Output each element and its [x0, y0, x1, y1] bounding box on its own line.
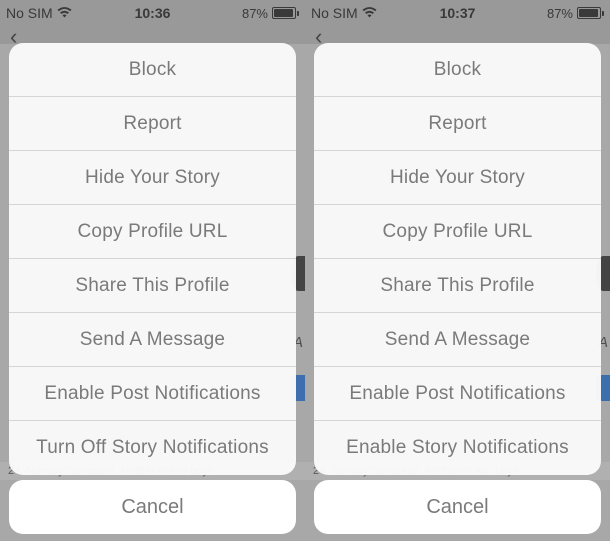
action-enable-story-notifications[interactable]: Enable Story Notifications	[314, 421, 601, 475]
action-sheet: Block Report Hide Your Story Copy Profil…	[9, 43, 296, 475]
action-send-message[interactable]: Send A Message	[9, 313, 296, 367]
phone-left: No SIM 10:36 87% ‹ A 24. Norway/Sørlande…	[0, 0, 305, 541]
action-send-message[interactable]: Send A Message	[314, 313, 601, 367]
action-hide-story[interactable]: Hide Your Story	[9, 151, 296, 205]
action-sheet-container: Block Report Hide Your Story Copy Profil…	[9, 43, 296, 475]
action-report[interactable]: Report	[9, 97, 296, 151]
action-sheet: Block Report Hide Your Story Copy Profil…	[314, 43, 601, 475]
action-share-profile[interactable]: Share This Profile	[314, 259, 601, 313]
action-block[interactable]: Block	[9, 43, 296, 97]
action-enable-post-notifications[interactable]: Enable Post Notifications	[9, 367, 296, 421]
action-hide-story[interactable]: Hide Your Story	[314, 151, 601, 205]
cancel-button[interactable]: Cancel	[9, 480, 296, 534]
action-sheet-container: Block Report Hide Your Story Copy Profil…	[314, 43, 601, 475]
phone-right: No SIM 10:37 87% ‹ A 24. Norway/Sørlande…	[305, 0, 610, 541]
cancel-button[interactable]: Cancel	[314, 480, 601, 534]
action-copy-url[interactable]: Copy Profile URL	[9, 205, 296, 259]
action-report[interactable]: Report	[314, 97, 601, 151]
action-turn-off-story-notifications[interactable]: Turn Off Story Notifications	[9, 421, 296, 475]
action-enable-post-notifications[interactable]: Enable Post Notifications	[314, 367, 601, 421]
action-copy-url[interactable]: Copy Profile URL	[314, 205, 601, 259]
action-share-profile[interactable]: Share This Profile	[9, 259, 296, 313]
action-block[interactable]: Block	[314, 43, 601, 97]
